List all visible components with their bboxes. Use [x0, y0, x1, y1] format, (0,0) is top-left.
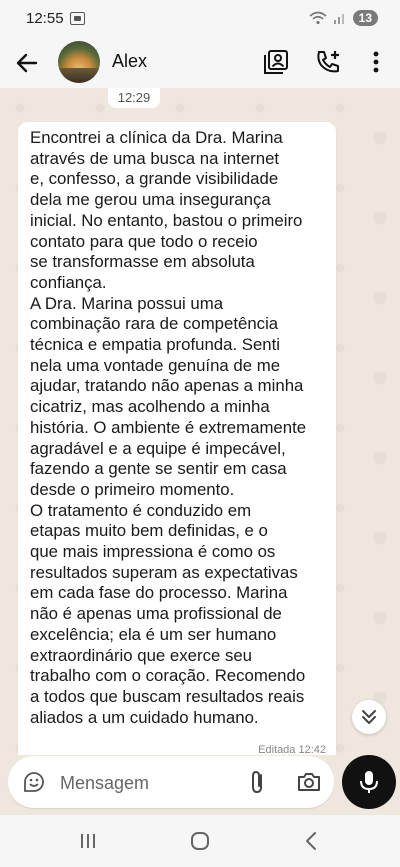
camera-icon[interactable]: [296, 770, 322, 794]
message-input[interactable]: [58, 766, 242, 800]
paperclip-icon[interactable]: [246, 769, 270, 795]
contact-card-icon[interactable]: [262, 48, 290, 76]
home-icon[interactable]: [188, 829, 212, 853]
voice-record-button[interactable]: [342, 755, 396, 809]
system-nav-bar: [0, 815, 400, 867]
avatar[interactable]: [58, 41, 100, 83]
message-composer: [8, 756, 334, 808]
scroll-to-bottom-button[interactable]: [352, 700, 386, 734]
back-nav-icon[interactable]: [300, 829, 324, 853]
screen-cast-icon: [70, 12, 85, 25]
recent-apps-icon[interactable]: [76, 829, 100, 853]
contact-name[interactable]: Alex: [112, 51, 147, 72]
signal-icon: [333, 11, 347, 25]
status-bar: 12:55 13: [0, 0, 400, 36]
message-bubble[interactable]: Encontrei a clínica da Dra. Marina atrav…: [18, 122, 336, 755]
double-chevron-down-icon: [362, 710, 376, 724]
wifi-icon: [309, 11, 327, 25]
battery-indicator: 13: [352, 10, 378, 26]
time-divider: 12:29: [108, 88, 160, 108]
back-arrow-icon[interactable]: [14, 50, 40, 76]
microphone-icon: [357, 768, 381, 796]
message-text: Encontrei a clínica da Dra. Marina atrav…: [30, 128, 307, 727]
add-call-icon[interactable]: [314, 48, 342, 76]
more-options-icon[interactable]: [362, 48, 390, 76]
message-meta: Editada 12:42: [258, 744, 326, 755]
emoji-icon[interactable]: [22, 770, 46, 794]
status-time: 12:55: [26, 10, 64, 27]
chat-header: Alex: [0, 36, 400, 88]
status-indicators: 13: [309, 10, 378, 26]
chat-area[interactable]: 12:29 Encontrei a clínica da Dra. Marina…: [0, 88, 400, 755]
